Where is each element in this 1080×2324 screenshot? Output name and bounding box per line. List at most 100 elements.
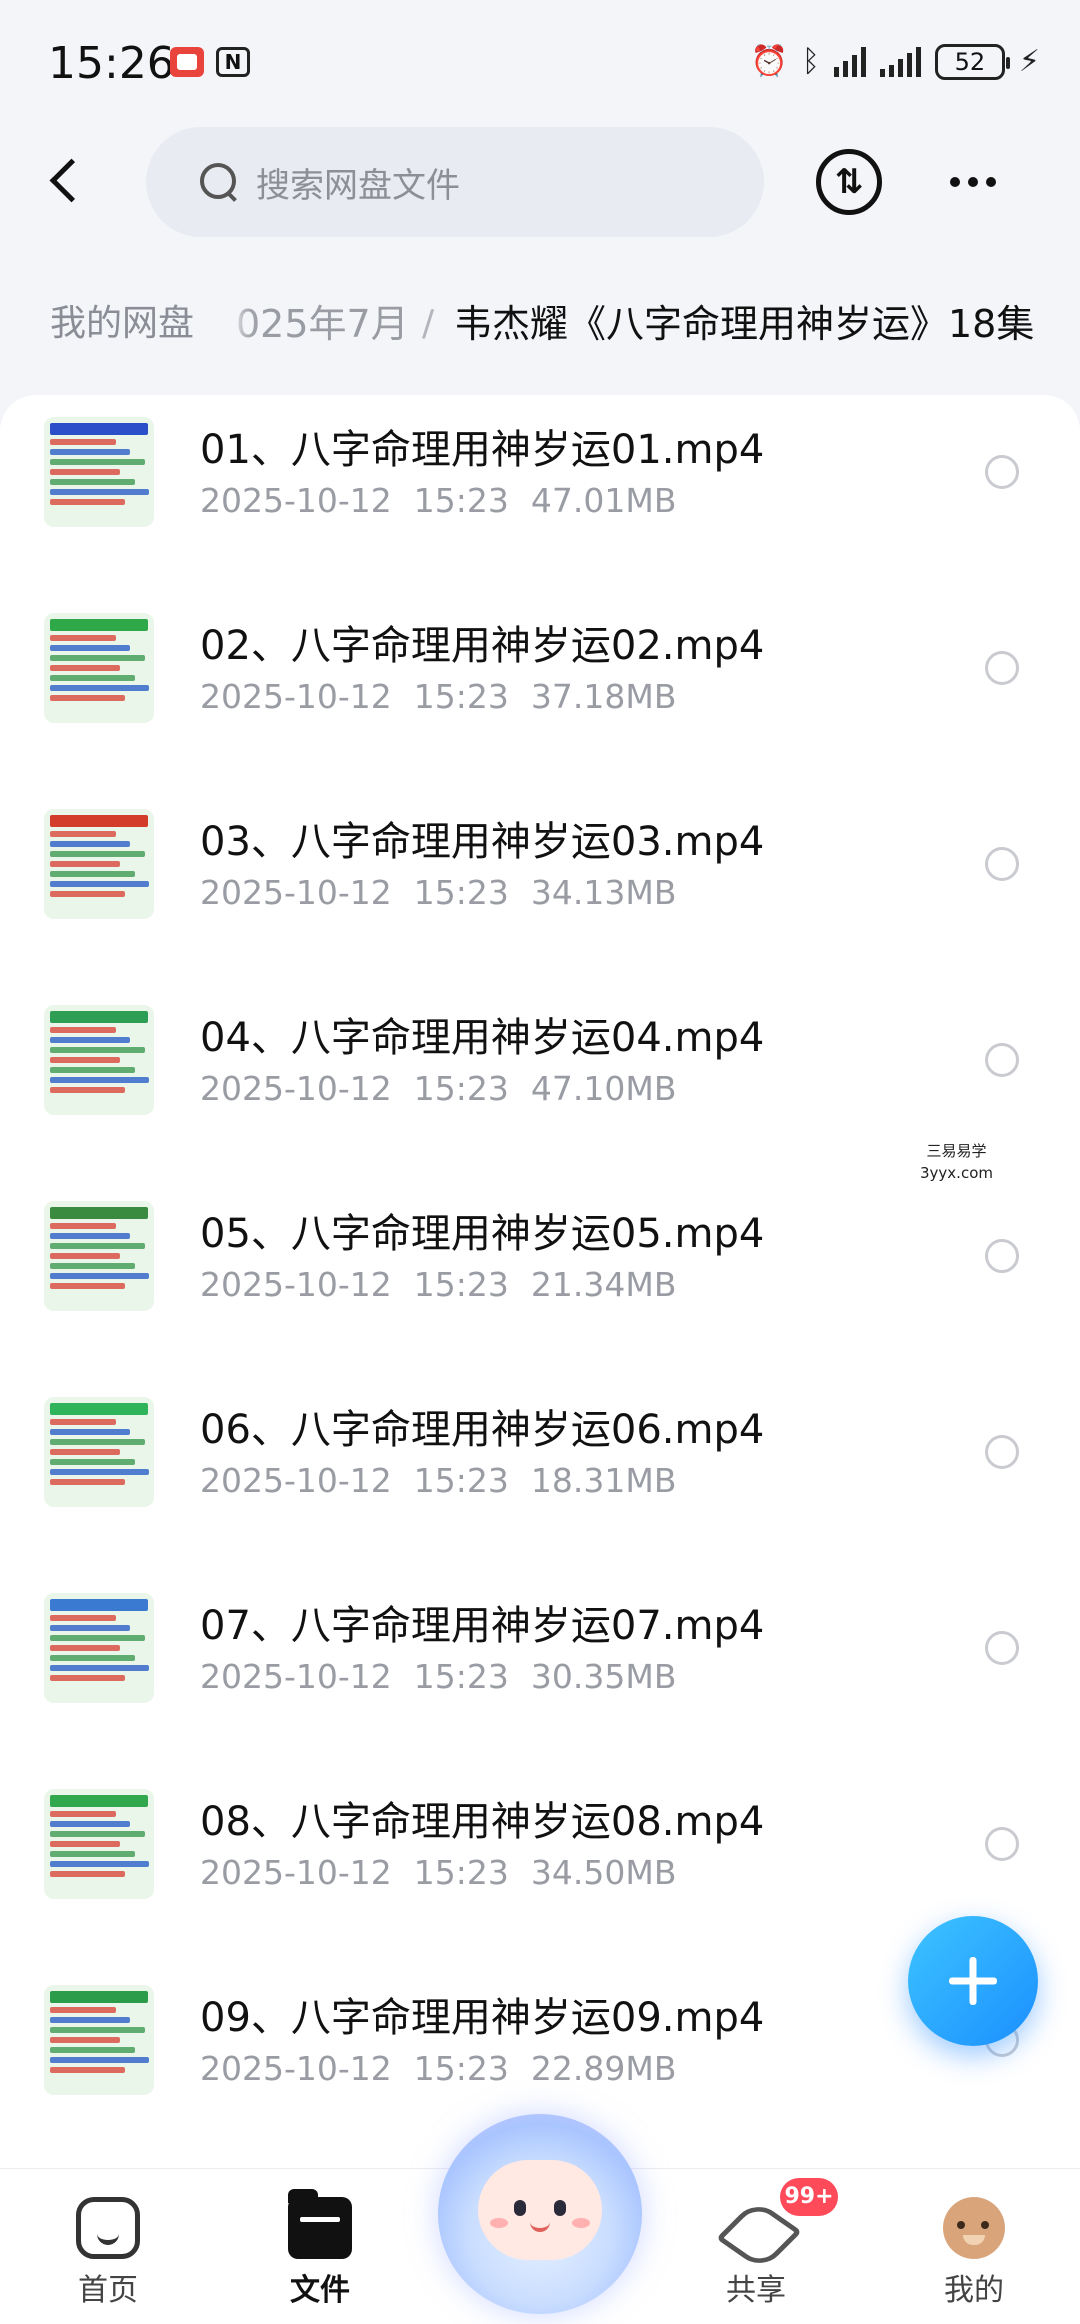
breadcrumb: 025年7月 / 韦杰耀《八字命理用神岁运》18集 我的网盘 — [0, 282, 1080, 370]
file-time: 15:23 — [413, 1265, 509, 1304]
file-list: 01、八字命理用神岁运01.mp4 2025-10-12 15:23 47.01MB 0… — [0, 395, 1080, 2169]
select-radio[interactable] — [985, 1631, 1019, 1665]
nav-share-label: 共享 — [726, 2273, 786, 2308]
video-thumbnail — [44, 1201, 154, 1311]
nfc-icon: N — [216, 47, 250, 77]
transfer-icon[interactable]: ⇅ — [816, 149, 882, 215]
avatar-icon — [943, 2197, 1005, 2259]
breadcrumb-separator: / — [422, 303, 435, 344]
file-size: 37.18MB — [530, 677, 677, 716]
assistant-mascot[interactable] — [438, 2114, 642, 2314]
video-thumbnail — [44, 1005, 154, 1115]
search-placeholder: 搜索网盘文件 — [256, 165, 460, 206]
nav-home-label: 首页 — [78, 2273, 138, 2308]
share-badge: 99+ — [780, 2178, 838, 2216]
file-date: 2025-10-12 — [200, 2049, 392, 2088]
nav-mine-label: 我的 — [944, 2273, 1004, 2308]
file-name: 06、八字命理用神岁运06.mp4 — [200, 1407, 765, 1453]
file-time: 15:23 — [413, 2049, 509, 2088]
file-time: 15:23 — [413, 1069, 509, 1108]
video-thumbnail — [44, 417, 154, 527]
back-button[interactable] — [38, 153, 98, 213]
file-name: 01、八字命理用神岁运01.mp4 — [200, 427, 765, 473]
file-date: 2025-10-12 — [200, 873, 392, 912]
file-name: 09、八字命理用神岁运09.mp4 — [200, 1995, 765, 2041]
file-date: 2025-10-12 — [200, 1069, 392, 1108]
file-name: 04、八字命理用神岁运04.mp4 — [200, 1015, 765, 1061]
nav-files[interactable]: 文件 — [250, 2189, 390, 2317]
select-radio[interactable] — [985, 1043, 1019, 1077]
breadcrumb-root[interactable]: 我的网盘 — [22, 286, 223, 362]
alarm-icon: ⏰ — [750, 44, 788, 79]
file-meta: 2025-10-12 15:23 47.10MB — [200, 1069, 698, 1108]
file-size: 18.31MB — [530, 1461, 677, 1500]
breadcrumb-current: 韦杰耀《八字命理用神岁运》18集 — [454, 302, 1035, 346]
select-radio[interactable] — [985, 1435, 1019, 1469]
file-name: 07、八字命理用神岁运07.mp4 — [200, 1603, 765, 1649]
status-bar: 15:26 N ⏰ ᛒ 52 ⚡ — [0, 0, 1080, 120]
search-input[interactable]: 搜索网盘文件 — [146, 127, 764, 237]
file-size: 30.35MB — [530, 1657, 677, 1696]
file-date: 2025-10-12 — [200, 1853, 392, 1892]
home-icon — [76, 2197, 140, 2259]
video-thumbnail — [44, 1593, 154, 1703]
charging-icon: ⚡ — [1018, 44, 1040, 79]
file-meta: 2025-10-12 15:23 47.01MB — [200, 481, 698, 520]
select-radio[interactable] — [985, 1827, 1019, 1861]
file-time: 15:23 — [413, 1853, 509, 1892]
nav-mine[interactable]: 我的 — [904, 2197, 1044, 2317]
file-meta: 2025-10-12 15:23 30.35MB — [200, 1657, 698, 1696]
file-size: 22.89MB — [530, 2049, 677, 2088]
file-time: 15:23 — [413, 1461, 509, 1500]
file-time: 15:23 — [413, 481, 509, 520]
share-icon — [721, 2197, 791, 2259]
video-thumbnail — [44, 1985, 154, 2095]
top-bar: 搜索网盘文件 ⇅ — [0, 125, 1080, 243]
more-icon[interactable] — [940, 149, 1006, 215]
file-date: 2025-10-12 — [200, 677, 392, 716]
breadcrumb-folder[interactable]: 025年7月 — [236, 286, 409, 362]
file-row[interactable]: 05、八字命理用神岁运05.mp4 2025-10-12 15:23 21.34MB — [0, 1179, 1080, 1375]
file-date: 2025-10-12 — [200, 481, 392, 520]
select-radio[interactable] — [985, 651, 1019, 685]
search-icon — [200, 163, 238, 201]
file-date: 2025-10-12 — [200, 1265, 392, 1304]
file-meta: 2025-10-12 15:23 21.34MB — [200, 1265, 698, 1304]
battery-indicator: 52 — [934, 44, 1010, 80]
file-meta: 2025-10-12 15:23 34.50MB — [200, 1853, 698, 1892]
watermark: 三易易学 3yyx.com — [920, 1142, 993, 1182]
file-size: 34.13MB — [530, 873, 677, 912]
file-name: 02、八字命理用神岁运02.mp4 — [200, 623, 765, 669]
file-row[interactable]: 01、八字命理用神岁运01.mp4 2025-10-12 15:23 47.01MB — [0, 395, 1080, 591]
nav-files-label: 文件 — [290, 2273, 350, 2308]
file-name: 03、八字命理用神岁运03.mp4 — [200, 819, 765, 865]
file-row[interactable]: 03、八字命理用神岁运03.mp4 2025-10-12 15:23 34.13MB — [0, 787, 1080, 983]
add-button[interactable] — [908, 1916, 1038, 2046]
file-row[interactable]: 02、八字命理用神岁运02.mp4 2025-10-12 15:23 37.18MB — [0, 591, 1080, 787]
file-row[interactable]: 06、八字命理用神岁运06.mp4 2025-10-12 15:23 18.31MB — [0, 1375, 1080, 1571]
video-thumbnail — [44, 613, 154, 723]
video-thumbnail — [44, 809, 154, 919]
file-meta: 2025-10-12 15:23 37.18MB — [200, 677, 698, 716]
status-indicators: ⏰ ᛒ 52 ⚡ — [751, 42, 1040, 82]
file-row[interactable]: 04、八字命理用神岁运04.mp4 2025-10-12 15:23 47.10MB — [0, 983, 1080, 1179]
select-radio[interactable] — [985, 455, 1019, 489]
file-row[interactable]: 08、八字命理用神岁运08.mp4 2025-10-12 15:23 34.50MB — [0, 1767, 1080, 1963]
notification-app-icon — [170, 47, 204, 77]
select-radio[interactable] — [985, 1239, 1019, 1273]
bluetooth-icon: ᛒ — [801, 44, 820, 79]
select-radio[interactable] — [985, 847, 1019, 881]
file-row[interactable]: 07、八字命理用神岁运07.mp4 2025-10-12 15:23 30.35MB — [0, 1571, 1080, 1767]
file-meta: 2025-10-12 15:23 22.89MB — [200, 2049, 698, 2088]
file-date: 2025-10-12 — [200, 1461, 392, 1500]
nav-home[interactable]: 首页 — [38, 2197, 178, 2317]
signal-icon-2 — [879, 47, 921, 77]
file-meta: 2025-10-12 15:23 18.31MB — [200, 1461, 698, 1500]
status-time: 15:26 — [48, 38, 175, 89]
file-size: 47.01MB — [530, 481, 677, 520]
file-size: 47.10MB — [530, 1069, 677, 1108]
video-thumbnail — [44, 1789, 154, 1899]
file-time: 15:23 — [413, 873, 509, 912]
file-time: 15:23 — [413, 677, 509, 716]
file-name: 05、八字命理用神岁运05.mp4 — [200, 1211, 765, 1257]
